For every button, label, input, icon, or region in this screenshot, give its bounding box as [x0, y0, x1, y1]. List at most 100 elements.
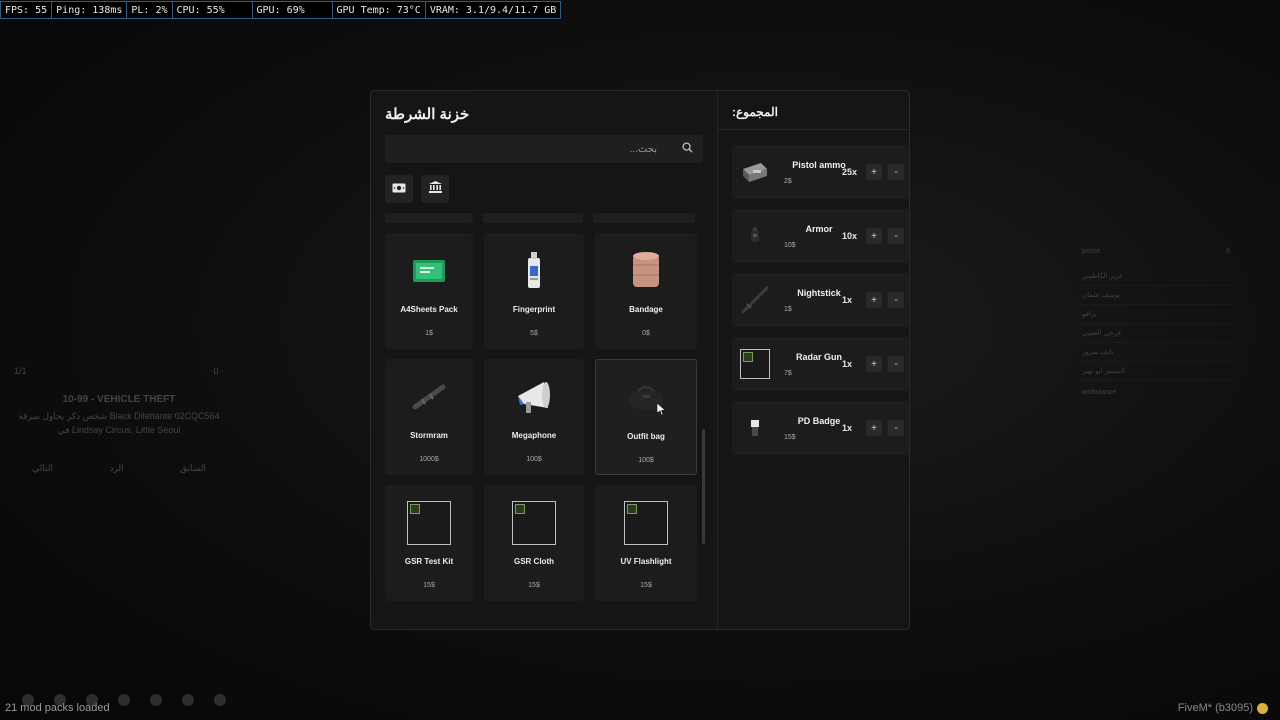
broken-image-icon	[407, 501, 451, 545]
bandage-icon	[624, 249, 668, 293]
payment-tabs	[385, 175, 449, 203]
cart-item: Radar Gun 7$ 1x + -	[732, 337, 909, 391]
item-name: Megaphone	[511, 431, 557, 440]
decrease-quantity-button[interactable]: -	[888, 228, 904, 244]
item-card[interactable]: Fingerprint 5$	[484, 233, 584, 349]
list-item: نايف سرور	[1076, 343, 1236, 362]
item-card[interactable]: Outfit bag 100$	[595, 359, 697, 475]
increase-quantity-button[interactable]: +	[866, 356, 882, 372]
fps-stat: FPS: 55	[1, 2, 53, 18]
decrease-quantity-button[interactable]: -	[888, 356, 904, 372]
cart-title: المجموع:	[732, 105, 778, 119]
call-prev-button[interactable]: السابق	[180, 463, 206, 474]
food-icon	[118, 694, 130, 706]
increase-quantity-button[interactable]: +	[866, 420, 882, 436]
page-title: خزنة الشرطة	[385, 106, 470, 123]
cart-item: PD Badge 15$ 1x + -	[732, 401, 909, 455]
item-name: Stormram	[410, 431, 448, 440]
cart-item-quantity: 1x	[842, 359, 853, 369]
cart-item-price: 2$	[784, 177, 792, 185]
stormram-icon	[407, 375, 451, 419]
stamina-icon	[214, 694, 226, 706]
item-price: 1000$	[419, 456, 439, 463]
cart-item-quantity: 1x	[842, 295, 853, 305]
performance-overlay: FPS: 55 Ping: 138ms PL: 2% CPU: 55% GPU:…	[0, 1, 562, 19]
search-bar	[385, 135, 703, 163]
broken-image-icon	[624, 501, 668, 545]
decrease-quantity-button[interactable]: -	[888, 420, 904, 436]
item-card[interactable]: GSR Test Kit 15$	[385, 485, 473, 601]
cart-item-price: 7$	[784, 369, 792, 377]
bank-icon	[428, 180, 442, 198]
armor-icon	[740, 221, 770, 251]
cash-icon	[392, 180, 406, 198]
broken-image-icon	[740, 349, 770, 379]
packet-loss-stat: PL: 2%	[127, 2, 173, 18]
mod-packs-status: 21 mod packs loaded	[5, 702, 110, 714]
cart-item-price: 1$	[784, 305, 792, 313]
search-input[interactable]	[397, 143, 657, 155]
item-name: GSR Cloth	[514, 557, 554, 566]
ping-stat: Ping: 138ms	[52, 2, 128, 18]
cart-section: المجموع: Pistol ammo 2$ 25x + - Armor 10…	[718, 91, 909, 629]
duty-list-widget: police 6 عزيز الكاظمي يوسف عثمان برافو فر…	[1076, 244, 1236, 404]
item-name: Bandage	[629, 305, 663, 314]
item-name: Fingerprint	[512, 305, 556, 314]
list-item: المستر ابو نهير	[1076, 362, 1236, 381]
item-price: 15$	[640, 582, 652, 589]
item-name: Outfit bag	[627, 432, 665, 441]
duty-list-footer: ambulance	[1082, 389, 1117, 396]
item-price: 15$	[423, 582, 435, 589]
item-price: 0$	[642, 330, 650, 337]
items-grid: A4Sheets Pack 1$ Fingerprint 5$ Bandage …	[385, 233, 703, 601]
shop-section: خزنة الشرطة بحث... A4Sheets Pack 1$ Fing…	[371, 91, 718, 629]
item-name: GSR Test Kit	[404, 557, 454, 566]
increase-quantity-button[interactable]: +	[866, 164, 882, 180]
item-card[interactable]: GSR Cloth 15$	[484, 485, 584, 601]
item-card[interactable]: UV Flashlight 15$	[595, 485, 697, 601]
list-item: يوسف عثمان	[1076, 286, 1236, 305]
item-name: UV Flashlight	[620, 557, 672, 566]
decrease-quantity-button[interactable]: -	[888, 292, 904, 308]
item-card[interactable]: Megaphone 100$	[484, 359, 584, 475]
cart-item: Armor 10$ 10x + -	[732, 209, 909, 263]
item-price: 1$	[425, 330, 433, 337]
cart-item-price: 15$	[784, 433, 796, 441]
decrease-quantity-button[interactable]: -	[888, 164, 904, 180]
item-price: 100$	[638, 457, 654, 464]
item-card[interactable]: Stormram 1000$	[385, 359, 473, 475]
water-icon	[150, 694, 162, 706]
call-next-button[interactable]: التالي	[32, 463, 53, 474]
call-count: 1/1	[14, 366, 27, 376]
item-name: A4Sheets Pack	[400, 305, 458, 314]
fivem-logo-icon	[1257, 702, 1268, 714]
ammo-box-icon	[740, 157, 770, 187]
cart-list: Pistol ammo 2$ 25x + - Armor 10$ 10x + -	[732, 145, 909, 465]
cart-item: Nightstick 1$ 1x + -	[732, 273, 909, 327]
badge-icon	[740, 413, 770, 443]
gpu-temp-stat: GPU Temp: 73°C	[333, 2, 426, 18]
item-price: 15$	[528, 582, 540, 589]
item-card[interactable]: Bandage 0$	[595, 233, 697, 349]
items-grid-container[interactable]: A4Sheets Pack 1$ Fingerprint 5$ Bandage …	[385, 213, 703, 615]
items-scrollbar[interactable]	[702, 429, 705, 544]
increase-quantity-button[interactable]: +	[866, 228, 882, 244]
increase-quantity-button[interactable]: +	[866, 292, 882, 308]
gpu-stat: GPU: 69%	[253, 2, 333, 18]
search-icon[interactable]	[682, 140, 693, 158]
item-card[interactable]: A4Sheets Pack 1$	[385, 233, 473, 349]
list-item: فرحي العتيبي	[1076, 324, 1236, 343]
paper-pack-icon	[407, 249, 451, 293]
list-item: عزيز الكاظمي	[1076, 267, 1236, 286]
vram-stat: VRAM: 3.1/9.4/11.7 GB	[429, 5, 557, 16]
call-reply-button[interactable]: الرد	[109, 463, 123, 474]
fingerprint-kit-icon	[512, 249, 556, 293]
mouse-cursor-icon	[657, 403, 665, 415]
tab-bank[interactable]	[421, 175, 449, 203]
stress-icon	[182, 694, 194, 706]
call-description: شخص ذكر يحاول سرقة Black Dilettante 02CQ…	[18, 411, 220, 435]
cpu-stat: CPU: 55%	[173, 2, 253, 18]
cart-item-quantity: 25x	[842, 167, 858, 177]
cart-item-quantity: 10x	[842, 231, 858, 241]
tab-cash[interactable]	[385, 175, 413, 203]
